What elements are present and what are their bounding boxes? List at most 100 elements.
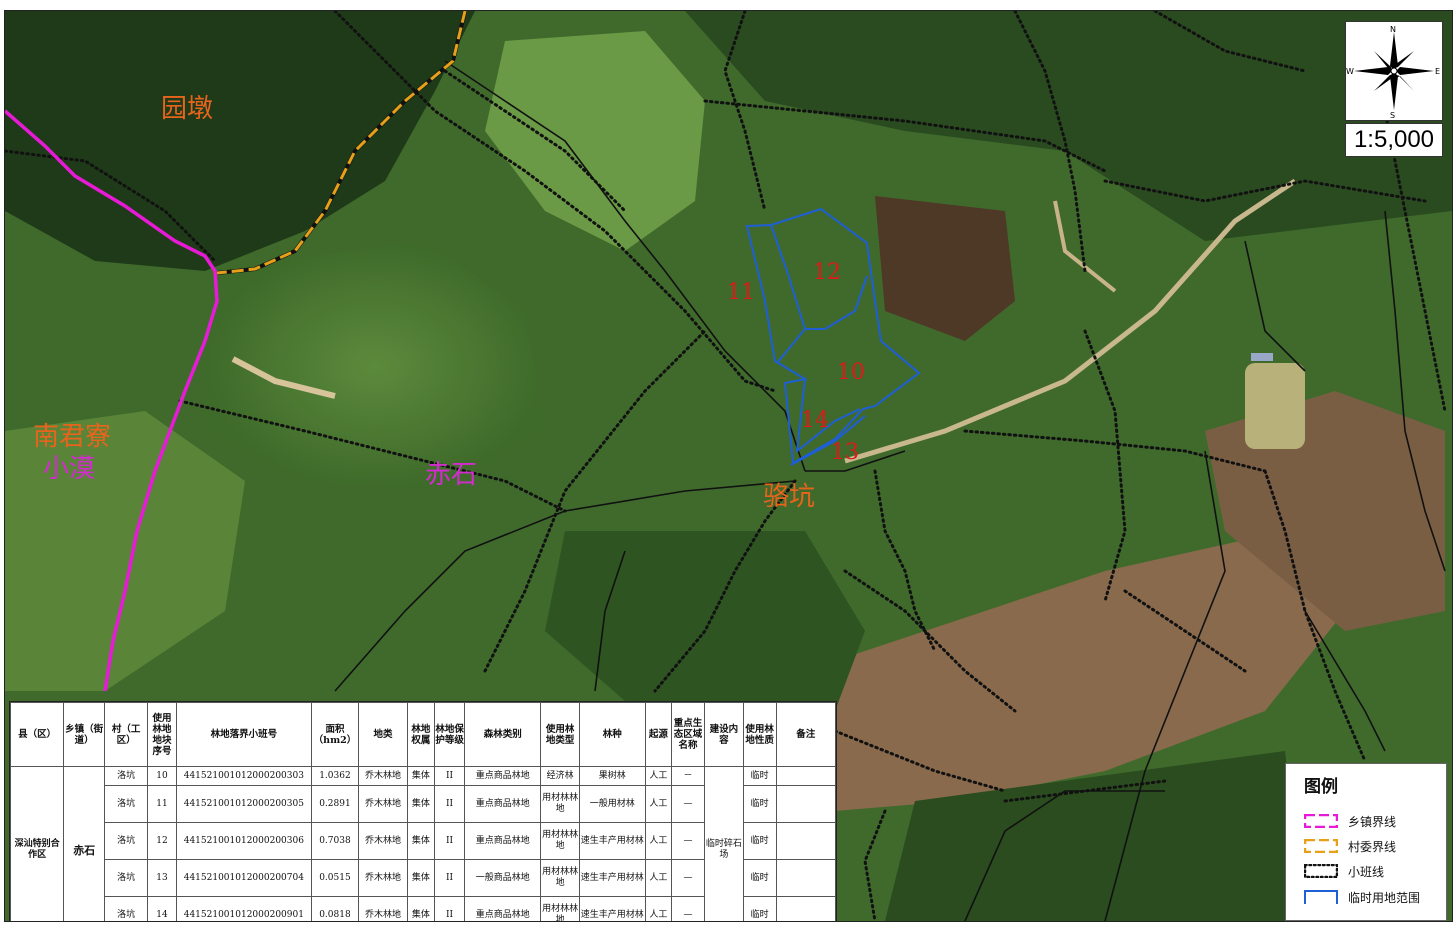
plot-label-10: 10 [837,360,865,385]
legend-item-town-boundary: 乡镇界线 [1304,812,1444,832]
cell-origin: 人工 [644,859,673,898]
compass-e: E [1435,67,1440,76]
scale-label: 1:5,000 [1345,123,1443,157]
cell-code: 441521001012000200305 [175,785,312,824]
cell-owner: 集体 [407,822,435,861]
legend-item-temporary-use: 临时用地范围 [1304,888,1444,908]
cell-origin: 人工 [644,765,673,787]
cell-village: 洛坑 [104,896,149,921]
cell-seq: 10 [147,765,177,787]
cell-species: 速生丰产用材林 [579,859,646,898]
legend-label: 乡镇界线 [1348,815,1397,829]
cell-type: 用材林林地 [540,859,581,898]
cell-owner: 集体 [407,896,435,921]
cell-owner: 集体 [407,765,435,787]
cell-owner: 集体 [407,859,435,898]
pond [1245,363,1305,449]
cell-nature: 临时 [742,785,777,824]
legend-label: 小班线 [1348,865,1385,879]
col-header: 地类 [357,702,409,767]
cell-level: II [433,896,466,921]
cell-eco: — [671,896,705,921]
cell-note [775,785,837,824]
cell-eco: — [671,822,705,861]
cell-eco: — [671,785,705,824]
legend-title: 图例 [1304,777,1338,797]
col-header: 使用林地地块序号 [147,702,177,767]
cell-origin: 人工 [644,896,673,921]
cell-species: 速生丰产用材林 [579,896,646,921]
cell-village: 洛坑 [104,859,149,898]
cell-level: II [433,859,466,898]
cell-category: 重点商品林地 [464,785,542,824]
subcompartment-line-swatch-icon [1304,864,1338,878]
cell-village: 洛坑 [104,785,149,824]
col-header: 备注 [775,702,837,767]
compass-rose: N S W E [1345,21,1443,121]
legend-label: 临时用地范围 [1348,891,1421,905]
cell-code: 441521001012000200704 [175,859,312,898]
cell-town: 赤石 [63,766,106,921]
temporary-use-swatch-icon [1304,890,1338,904]
col-header: 重点生态区域名称 [671,702,705,767]
cell-nature: 临时 [742,765,777,787]
cell-seq: 12 [147,822,177,861]
cell-level: II [433,785,466,824]
place-label-luokeng: 骆坑 [763,482,815,512]
cell-construction: 临时碎石场 [703,766,744,921]
col-header: 起源 [644,702,673,767]
compass-n: N [1390,25,1396,34]
building [1251,353,1273,361]
town-boundary-swatch-icon [1304,814,1338,828]
cell-land: 乔木林地 [357,822,409,861]
col-header: 使用林地类型 [540,702,581,767]
col-header: 建设内容 [703,702,744,767]
cell-note [775,859,837,898]
cell-area: 0.7038 [310,822,359,861]
cell-nature: 临时 [742,859,777,898]
cell-owner: 集体 [407,785,435,824]
col-header: 林地保护等级 [433,702,466,767]
cell-category: 重点商品林地 [464,822,542,861]
col-header: 森林类别 [464,702,542,767]
cell-category: 重点商品林地 [464,765,542,787]
compass-s: S [1390,111,1395,120]
cell-land: 乔木林地 [357,765,409,787]
col-header: 使用林地性质 [742,702,777,767]
place-label-xiaomo: 小漠 [43,454,95,484]
plot-label-14: 14 [801,408,829,433]
cell-note [775,765,837,787]
cell-origin: 人工 [644,822,673,861]
place-label-nanjunliao: 南君寮 [33,422,111,452]
compass-w: W [1346,67,1354,76]
cell-village: 洛坑 [104,765,149,787]
plot-label-13: 13 [831,440,859,465]
cell-category: 一般商品林地 [464,859,542,898]
legend-item-subcompartment-line: 小班线 [1304,862,1444,882]
cell-seq: 11 [147,785,177,824]
cell-type: 用材林林地 [540,896,581,921]
cell-village: 洛坑 [104,822,149,861]
cell-type: 用材林林地 [540,822,581,861]
cell-land: 乔木林地 [357,859,409,898]
col-header: 林种 [579,702,646,767]
cell-county: 深汕特别合作区 [9,766,65,921]
forest-land-data-table: 县（区） 乡镇（街道） 村（工区） 使用林地地块序号 林地落界小班号 面积（hm… [9,702,837,921]
cell-area: 0.2891 [310,785,359,824]
cell-level: II [433,765,466,787]
cell-type: 用材林林地 [540,785,581,824]
cell-area: 1.0362 [310,765,359,787]
forest-land-table: 县（区） 乡镇（街道） 村（工区） 使用林地地块序号 林地落界小班号 面积（hm… [9,701,837,921]
cell-note [775,822,837,861]
cell-code: 441521001012000200303 [175,765,312,787]
cell-species: 一般用材林 [579,785,646,824]
place-label-yuandun: 园墩 [161,94,213,124]
cell-code: 441521001012000200901 [175,896,312,921]
cell-type: 经济林 [540,765,581,787]
col-header: 村（工区） [104,702,149,767]
map-frame: 11 12 10 14 13 园墩 南君寮 小漠 赤石 骆坑 N S W E 1… [4,10,1453,922]
place-label-chishi: 赤石 [425,460,477,490]
col-header: 林地落界小班号 [175,702,312,767]
legend: 图例 乡镇界线 村委界线 小班线 临时用地范围 [1285,763,1447,921]
plot-label-12: 12 [813,260,841,285]
